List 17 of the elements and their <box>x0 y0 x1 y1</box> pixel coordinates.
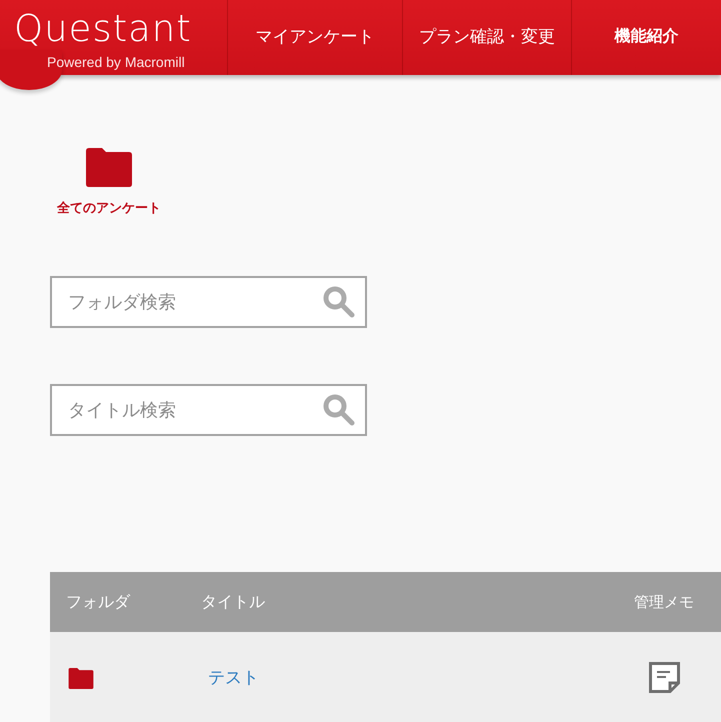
nav-link[interactable]: マイアンケート <box>227 0 402 75</box>
search-icon[interactable] <box>323 394 355 426</box>
folder-icon <box>68 668 94 688</box>
nav-link[interactable]: プラン確認・変更 <box>402 0 571 75</box>
column-header: 管理メモ <box>634 592 694 612</box>
column-header: フォルダ <box>65 592 130 612</box>
logo-wordmark[interactable]: Questant <box>14 8 192 50</box>
search-icon[interactable] <box>323 286 355 318</box>
folder-item[interactable]: 全てのアンケート <box>48 148 170 217</box>
folder-icon <box>86 148 132 187</box>
search-field[interactable]: タイトル検索 <box>50 384 367 436</box>
logo-tagline: Powered by Macromill <box>47 54 185 70</box>
column-header: タイトル <box>201 592 265 612</box>
memo-icon[interactable] <box>648 662 680 692</box>
nav-link[interactable]: 機能紹介 <box>570 0 721 75</box>
title-link[interactable]: テスト <box>208 668 259 688</box>
search-field[interactable]: フォルダ検索 <box>50 276 367 328</box>
